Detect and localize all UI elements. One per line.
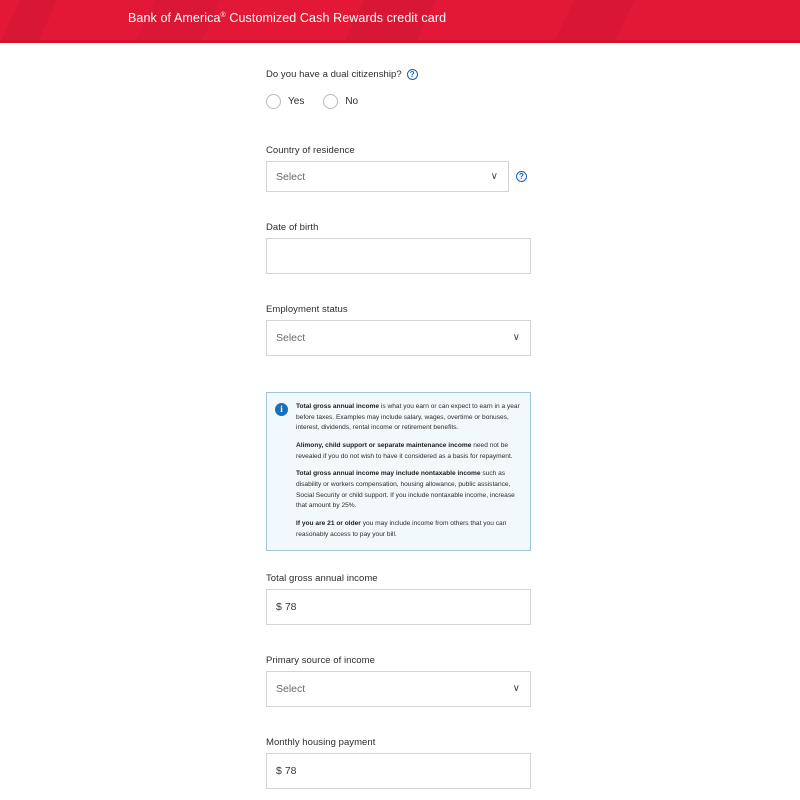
info-paragraph-bold: Total gross annual income: [296, 403, 380, 410]
radio-yes-label: Yes: [288, 96, 305, 107]
monthly-housing-payment-value: $78: [276, 765, 297, 777]
product-name: Customized Cash Rewards credit card: [229, 11, 447, 25]
dual-citizenship-question-row: Do you have a dual citizenship? ?: [266, 69, 531, 80]
date-of-birth-group: Date of birth: [266, 222, 531, 274]
employment-status-value: Select: [276, 332, 306, 344]
date-of-birth-input[interactable]: [266, 238, 531, 274]
help-icon[interactable]: ?: [406, 69, 418, 80]
country-of-residence-select[interactable]: Select ∨: [266, 161, 509, 192]
dual-citizenship-label: Do you have a dual citizenship?: [266, 69, 402, 80]
radio-yes[interactable]: [266, 94, 281, 109]
chevron-down-icon[interactable]: ∨: [513, 684, 520, 694]
radio-no-label: No: [345, 96, 359, 107]
employment-status-select[interactable]: Select ∨: [266, 320, 531, 356]
country-of-residence-label: Country of residence: [266, 145, 355, 156]
dual-citizenship-options: Yes No: [266, 94, 531, 109]
currency-symbol: $: [276, 765, 282, 778]
info-icon: i: [275, 403, 288, 416]
chevron-down-icon[interactable]: ∨: [491, 171, 498, 182]
date-of-birth-label: Date of birth: [266, 222, 319, 233]
monthly-housing-payment-label: Monthly housing payment: [266, 737, 376, 749]
info-paragraph: Alimony, child support or separate maint…: [296, 441, 520, 462]
chevron-down-icon[interactable]: ∨: [513, 333, 520, 343]
amount: 78: [284, 765, 297, 778]
primary-source-of-income-group: Primary source of income Select ∨: [266, 655, 531, 708]
total-gross-annual-income-group: Total gross annual income $78: [266, 573, 531, 626]
header-title: Bank of America® Customized Cash Rewards…: [128, 11, 446, 25]
amount: 78: [284, 601, 297, 614]
total-gross-annual-income-label: Total gross annual income: [266, 573, 378, 585]
income-info-box: i Total gross annual income is what you …: [266, 392, 531, 552]
total-gross-annual-income-input[interactable]: $78: [266, 589, 531, 626]
info-paragraph: If you are 21 or older you may include i…: [296, 519, 520, 540]
country-of-residence-group: Country of residence Select ∨ ?: [266, 145, 531, 192]
brand-name: Bank of America: [128, 11, 221, 25]
info-paragraph-bold: Total gross annual income may include no…: [296, 470, 481, 478]
country-of-residence-value: Select: [276, 170, 306, 183]
currency-symbol: $: [276, 601, 282, 614]
total-gross-annual-income-value: $78: [276, 601, 297, 613]
monthly-housing-payment-input[interactable]: $78: [266, 753, 531, 790]
info-paragraph: Total gross annual income is what you ea…: [296, 402, 520, 434]
income-info-text: Total gross annual income is what you ea…: [296, 402, 520, 540]
help-icon[interactable]: ?: [516, 171, 527, 182]
info-paragraph-bold: If you are 21 or older: [296, 520, 361, 528]
primary-source-of-income-select[interactable]: Select ∨: [266, 671, 531, 708]
dual-citizenship-group: Do you have a dual citizenship? ? Yes No: [266, 69, 531, 109]
primary-source-of-income-label: Primary source of income: [266, 655, 375, 667]
info-paragraph-bold: Alimony, child support or separate maint…: [296, 442, 472, 450]
employment-status-group: Employment status Select ∨: [266, 304, 531, 356]
monthly-housing-payment-group: Monthly housing payment $78: [266, 737, 531, 790]
page-header: Bank of America® Customized Cash Rewards…: [0, 0, 800, 43]
application-form: Do you have a dual citizenship? ? Yes No…: [266, 69, 531, 790]
registered-mark: ®: [220, 11, 226, 19]
primary-source-of-income-value: Select: [276, 683, 306, 696]
header-bottom-rule: [0, 40, 800, 43]
radio-no[interactable]: [323, 94, 339, 109]
info-paragraph: Total gross annual income may include no…: [296, 469, 520, 512]
country-of-residence-row: Select ∨ ?: [266, 161, 531, 192]
employment-status-label: Employment status: [266, 304, 348, 315]
